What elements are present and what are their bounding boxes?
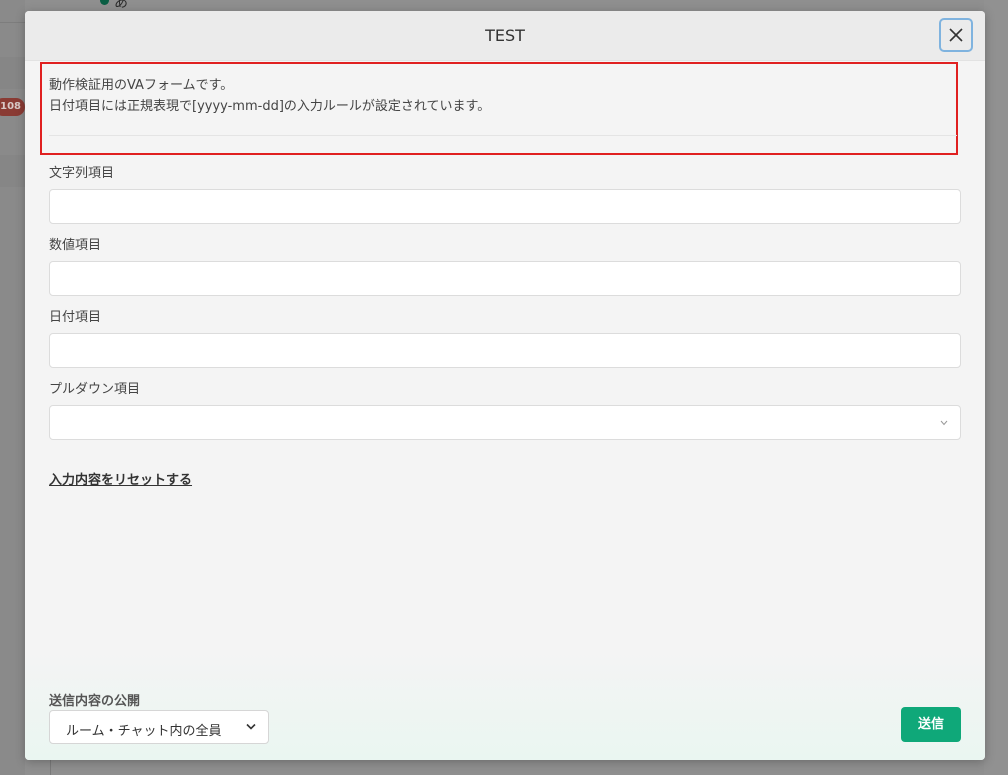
date-field-label: 日付項目 [49,310,102,325]
dropdown-field-label: プルダウン項目 [49,382,141,397]
publish-label: 送信内容の公開 [49,694,141,709]
submit-button[interactable]: 送信 [901,707,961,742]
background-scroll-area [984,0,1008,775]
background-row [0,57,25,89]
description-divider [49,135,957,136]
unread-badge: 108 [0,98,25,116]
text-field-label: 文字列項目 [49,166,115,181]
text-field-input[interactable] [49,189,961,224]
form-modal: TEST 動作検証用のVAフォームです。 日付項目には正規表現で[yyyy-mm… [25,11,985,760]
close-button[interactable] [939,18,973,52]
reset-link[interactable]: 入力内容をリセットする [49,469,192,488]
publish-scope-select[interactable]: ルーム・チャット内の全員 [49,710,269,744]
chevron-down-icon [246,723,256,730]
modal-header: TEST [25,11,985,61]
background-sidebar [0,0,25,775]
online-status-icon [100,0,109,5]
publish-scope-value: ルーム・チャット内の全員 [66,724,222,739]
form-description: 動作検証用のVAフォームです。 日付項目には正規表現で[yyyy-mm-dd]の… [49,75,490,117]
description-line: 日付項目には正規表現で[yyyy-mm-dd]の入力ルールが設定されています。 [49,99,491,114]
modal-title: TEST [485,26,525,45]
date-field-input[interactable] [49,333,961,368]
background-divider [0,22,25,23]
background-row [0,155,25,187]
close-icon [949,28,963,42]
background-divider [50,760,51,775]
description-line: 動作検証用のVAフォームです。 [49,78,234,93]
dropdown-field-select[interactable] [49,405,961,440]
chevron-down-icon [940,420,948,426]
number-field-input[interactable] [49,261,961,296]
number-field-label: 数値項目 [49,238,102,253]
